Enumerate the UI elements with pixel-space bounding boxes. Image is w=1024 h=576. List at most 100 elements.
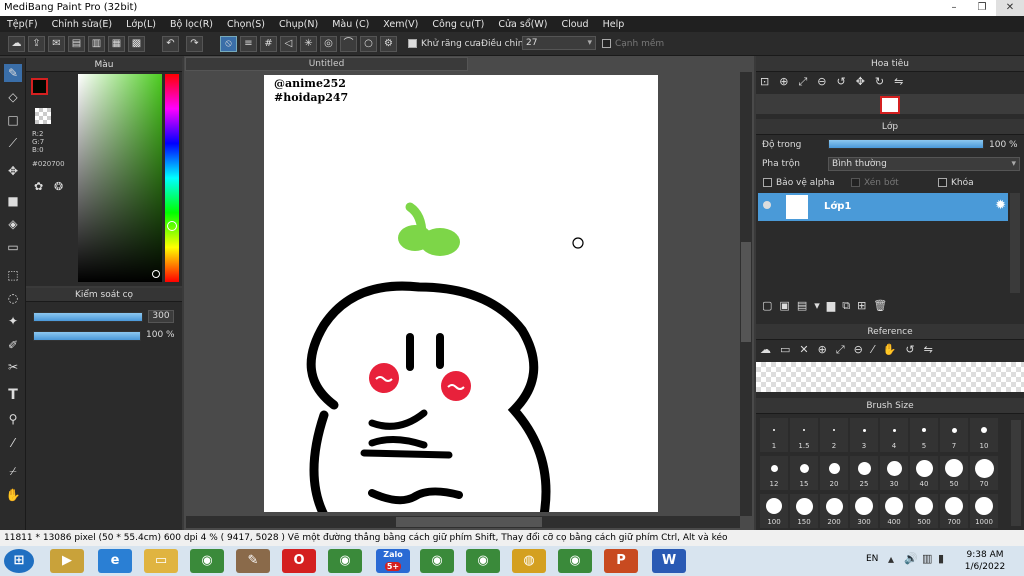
cloud-download-icon[interactable]: ☁: [760, 343, 780, 356]
brush-size-option[interactable]: 2: [820, 418, 848, 452]
dropper-icon[interactable]: ⌿: [4, 462, 22, 480]
brush-size-option[interactable]: 40: [910, 456, 938, 490]
ref-hand-icon[interactable]: ✋: [883, 343, 906, 356]
brush-size-option[interactable]: 150: [790, 494, 818, 528]
menu-view[interactable]: Xem(V): [376, 19, 425, 30]
menu-filter[interactable]: Bộ lọc(R): [163, 19, 220, 30]
flip-icon[interactable]: ⇋: [894, 75, 913, 88]
navigator-viewport[interactable]: [880, 96, 900, 114]
snap-settings-icon[interactable]: ⚙: [380, 36, 397, 52]
dot-tool-icon[interactable]: □: [4, 111, 22, 129]
tray-arrow-icon[interactable]: ▴: [888, 552, 894, 566]
layer-row[interactable]: Lớp1 ✹: [758, 193, 1008, 221]
color-wheel-icon[interactable]: ❂: [54, 180, 68, 194]
text-tool-icon[interactable]: T: [4, 386, 22, 404]
brush-size-option[interactable]: 15: [790, 456, 818, 490]
media-player-icon[interactable]: ▶: [50, 549, 84, 573]
powerpoint-icon[interactable]: P: [604, 549, 638, 573]
lasso-icon[interactable]: ◌: [4, 289, 22, 307]
brush-size-option[interactable]: 12: [760, 456, 788, 490]
maximize-button[interactable]: ❐: [968, 0, 996, 16]
chrome-window-3-icon[interactable]: ◉: [558, 549, 592, 573]
brush-size-option[interactable]: 4: [880, 418, 908, 452]
duplicate-layer-icon[interactable]: ⧉: [842, 299, 857, 312]
curve-snap-icon[interactable]: ⌒: [340, 36, 357, 52]
delete-layer-icon[interactable]: 🗑: [873, 299, 894, 312]
ie-icon[interactable]: e: [98, 549, 132, 573]
new-halftone-layer-icon[interactable]: ▣: [779, 299, 796, 312]
fit-window-icon[interactable]: ✥: [856, 75, 875, 88]
ellipse-snap-icon[interactable]: ○: [360, 36, 377, 52]
grid-icon[interactable]: ▩: [128, 36, 145, 52]
brush-size-option[interactable]: 1000: [970, 494, 998, 528]
close-button[interactable]: ✕: [996, 0, 1024, 16]
menu-help[interactable]: Help: [596, 19, 632, 30]
canvas-horizontal-scrollbar[interactable]: [186, 516, 740, 528]
sv-picker-handle[interactable]: [152, 270, 160, 278]
brush-size-scrollbar[interactable]: [1011, 420, 1021, 526]
menu-select[interactable]: Chọn(S): [220, 19, 272, 30]
brush-size-option[interactable]: 1.5: [790, 418, 818, 452]
menu-color[interactable]: Màu (C): [325, 19, 376, 30]
rotate-left-icon[interactable]: ↺: [836, 75, 855, 88]
paint-icon[interactable]: ✎: [236, 549, 270, 573]
open-folder-icon[interactable]: ▭: [780, 343, 799, 356]
menu-edit[interactable]: Chỉnh sửa(E): [45, 19, 120, 30]
brush-size-option[interactable]: 50: [940, 456, 968, 490]
bucket-tool-icon[interactable]: ◈: [4, 215, 22, 233]
zoom-fit-icon[interactable]: ⊡: [760, 75, 779, 88]
rotate-right-icon[interactable]: ↻: [875, 75, 894, 88]
eraser-tool-icon[interactable]: ◇: [4, 88, 22, 106]
select-eraser-icon[interactable]: ✂: [4, 358, 22, 376]
zalo-icon[interactable]: Zalo 5+: [376, 549, 410, 573]
menu-cloud[interactable]: Cloud: [554, 19, 595, 30]
new-layer-icon[interactable]: ▢: [762, 299, 779, 312]
new-8bit-layer-icon[interactable]: ▤: [797, 299, 814, 312]
minimize-button[interactable]: –: [940, 0, 968, 16]
vertical-scroll-thumb[interactable]: [741, 242, 751, 342]
ref-eyedropper-icon[interactable]: ⁄: [872, 343, 883, 356]
transparent-swatch[interactable]: [35, 108, 51, 124]
foreground-color-swatch[interactable]: [31, 78, 48, 95]
brush-size-option[interactable]: 10: [970, 418, 998, 452]
cloud-icon[interactable]: ☁: [8, 36, 25, 52]
lock-checkbox[interactable]: [938, 178, 947, 188]
brush-size-value[interactable]: 300: [148, 310, 174, 323]
brush-size-option[interactable]: 1: [760, 418, 788, 452]
brush-size-option[interactable]: 3: [850, 418, 878, 452]
brush-size-option[interactable]: 200: [820, 494, 848, 528]
menu-tools[interactable]: Công cụ(T): [425, 19, 491, 30]
reference-preview[interactable]: [756, 362, 1024, 392]
layer-scrollbar[interactable]: [1010, 193, 1020, 293]
saturation-value-picker[interactable]: [78, 74, 162, 282]
layer-visibility-icon[interactable]: [763, 201, 771, 209]
comment-icon[interactable]: ✉: [48, 36, 65, 52]
brush-size-option[interactable]: 5: [910, 418, 938, 452]
magic-wand-icon[interactable]: ✦: [4, 312, 22, 330]
battery-icon[interactable]: ▮: [938, 552, 944, 565]
zoom-actual-icon[interactable]: ⤢: [798, 75, 817, 88]
brush-size-option[interactable]: 100: [760, 494, 788, 528]
new-folder-icon[interactable]: ▆: [827, 299, 842, 312]
brush-size-option[interactable]: 400: [880, 494, 908, 528]
gradient-tool-icon[interactable]: ▭: [4, 238, 22, 256]
zoom-out-icon[interactable]: ⊖: [817, 75, 836, 88]
brush-size-option[interactable]: 70: [970, 456, 998, 490]
brush-size-option[interactable]: 300: [850, 494, 878, 528]
document-tab[interactable]: Untitled: [185, 57, 468, 71]
layer-opacity-slider[interactable]: [828, 139, 984, 149]
close-reference-icon[interactable]: ✕: [799, 343, 817, 356]
soft-edge-checkbox[interactable]: [602, 39, 611, 49]
brush-size-option[interactable]: 25: [850, 456, 878, 490]
menu-layer[interactable]: Lớp(L): [119, 19, 163, 30]
share-icon[interactable]: ⇪: [28, 36, 45, 52]
palette-icon[interactable]: ✿: [34, 180, 48, 194]
hand-tool-icon[interactable]: ✋: [4, 486, 22, 504]
chrome-icon[interactable]: ◉: [190, 549, 224, 573]
pages-icon[interactable]: ▦: [108, 36, 125, 52]
network-icon[interactable]: ▥: [922, 552, 932, 565]
blend-mode-select[interactable]: Bình thường ▾: [828, 157, 1020, 171]
volume-icon[interactable]: 🔊: [904, 552, 918, 565]
hue-slider[interactable]: [165, 74, 179, 282]
antialias-checkbox[interactable]: [408, 39, 417, 49]
